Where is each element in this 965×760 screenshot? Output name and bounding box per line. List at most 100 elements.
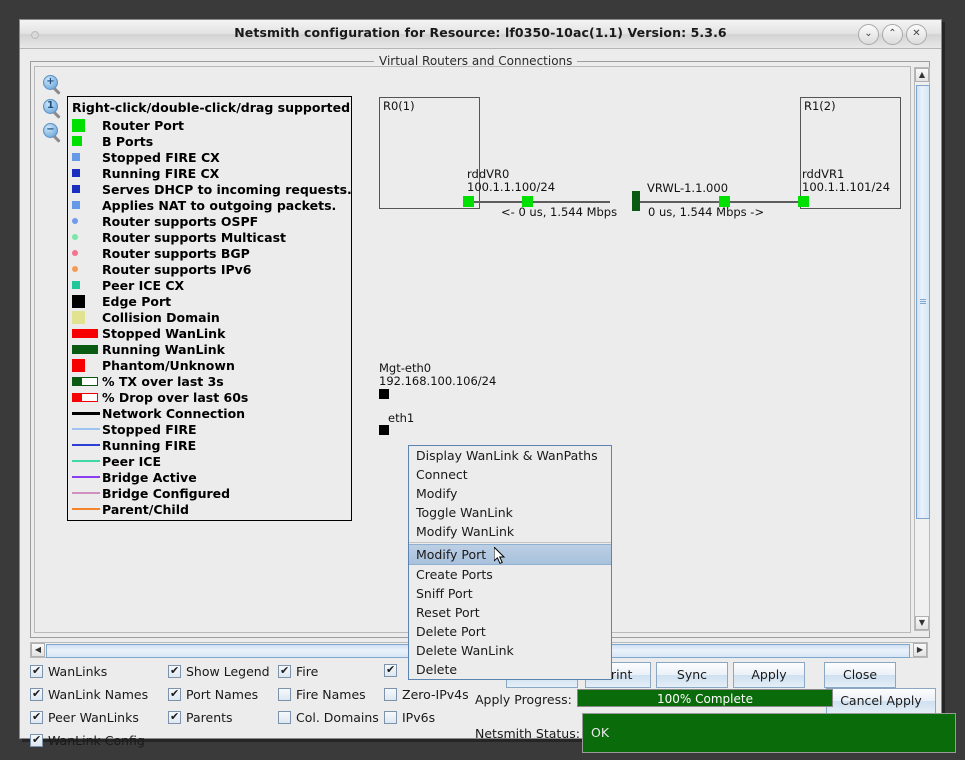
option-checkbox-label: WanLink Names	[48, 687, 149, 702]
legend-item: Collision Domain	[68, 309, 351, 325]
legend-item-label: Stopped FIRE	[102, 421, 197, 437]
port-icon-eth1[interactable]	[379, 425, 389, 435]
legend-swatch-icon	[72, 476, 102, 478]
checkbox-icon[interactable]	[384, 688, 397, 701]
checkbox-icon[interactable]	[278, 664, 291, 678]
legend-item-label: Serves DHCP to incoming requests.	[102, 181, 352, 197]
legend-swatch-icon	[72, 444, 102, 446]
mgt-port-name: Mgt-eth0	[379, 361, 432, 375]
legend-swatch-icon	[72, 358, 102, 372]
router-label-r1: R1(2)	[804, 99, 836, 113]
legend-item-label: Router supports BGP	[102, 245, 250, 261]
port-icon-rddvr0[interactable]	[463, 196, 474, 207]
checkbox-icon[interactable]	[168, 664, 181, 678]
legend-swatch-icon	[72, 376, 102, 386]
option-checkbox-row[interactable]: Parents	[168, 710, 233, 725]
apply-button[interactable]: Apply	[733, 662, 805, 688]
legend-item: Running FIRE	[68, 437, 351, 453]
option-checkbox-row[interactable]	[384, 663, 402, 677]
context-menu-item[interactable]: Reset Port	[409, 603, 611, 622]
scroll-up-button[interactable]: ▲	[915, 68, 929, 82]
context-menu-item[interactable]: Delete Port	[409, 622, 611, 641]
window-titlebar[interactable]: Netsmith configuration for Resource: lf0…	[20, 20, 941, 49]
legend-swatch-icon	[72, 492, 102, 494]
checkbox-icon[interactable]	[30, 687, 43, 701]
legend-item-label: Router supports OSPF	[102, 213, 259, 229]
legend-header: Right-click/double-click/drag supported	[72, 100, 351, 115]
router-label-r0: R0(1)	[383, 99, 415, 113]
scroll-down-button[interactable]: ▼	[915, 616, 929, 630]
legend-item: B Ports	[68, 133, 351, 149]
option-checkbox-row[interactable]: WanLink Config	[30, 733, 145, 748]
checkbox-icon[interactable]	[168, 710, 181, 724]
context-menu-item[interactable]: Connect	[409, 465, 611, 484]
option-checkbox-row[interactable]: IPv6s	[384, 710, 435, 725]
context-menu-item[interactable]: Modify	[409, 484, 611, 503]
chevron-down-icon[interactable]: ⌄	[858, 24, 879, 45]
option-checkbox-row[interactable]: Show Legend	[168, 664, 270, 679]
context-menu-item[interactable]: Delete	[409, 660, 611, 679]
legend-swatch-icon	[72, 508, 102, 510]
connection-wire-left[interactable]	[472, 201, 610, 203]
option-checkbox-row[interactable]: Zero-IPv4s	[384, 687, 469, 702]
option-checkbox-row[interactable]: Fire Names	[278, 687, 366, 702]
context-menu-item[interactable]: Modify Port	[409, 544, 611, 565]
context-menu-item[interactable]: Sniff Port	[409, 584, 611, 603]
scroll-left-button[interactable]: ◀	[31, 643, 45, 657]
sync-button[interactable]: Sync	[656, 662, 728, 688]
context-menu-item[interactable]: Create Ports	[409, 565, 611, 584]
checkbox-icon[interactable]	[30, 710, 43, 724]
close-button[interactable]: Close	[824, 662, 896, 688]
context-menu-item[interactable]: Modify WanLink	[409, 522, 611, 541]
checkbox-icon[interactable]	[384, 711, 397, 724]
cancel-apply-button[interactable]: Cancel Apply	[826, 688, 936, 714]
zoom-out-icon[interactable]: −	[43, 123, 63, 143]
option-checkbox-row[interactable]: WanLink Names	[30, 687, 148, 702]
apply-progress-label: Apply Progress:	[475, 692, 572, 707]
legend-item-label: Router Port	[102, 117, 184, 133]
menu-separator	[409, 542, 611, 543]
option-checkbox-row[interactable]: Col. Domains	[278, 710, 379, 725]
wanlink-node-icon[interactable]	[632, 191, 640, 211]
checkbox-icon[interactable]	[278, 711, 291, 724]
legend-item-label: Network Connection	[102, 405, 246, 421]
netsmith-status-label: Netsmith Status:	[475, 726, 580, 741]
option-checkbox-label: Port Names	[186, 687, 259, 702]
legend-item-label: Peer ICE CX	[102, 277, 185, 293]
option-checkbox-row[interactable]: Peer WanLinks	[30, 710, 139, 725]
legend-swatch-icon	[72, 185, 102, 193]
checkbox-icon[interactable]	[168, 687, 181, 701]
checkbox-icon[interactable]	[278, 688, 291, 701]
option-checkbox-row[interactable]: Fire	[278, 664, 318, 679]
vertical-scroll-thumb[interactable]	[916, 85, 930, 519]
context-menu[interactable]: Display WanLink & WanPaths Connect Modify T…	[408, 445, 612, 680]
legend-item-label: Collision Domain	[102, 309, 220, 325]
option-checkbox-row[interactable]: Port Names	[168, 687, 258, 702]
legend-item-label: B Ports	[102, 133, 154, 149]
option-checkbox-row[interactable]: WanLinks	[30, 664, 107, 679]
context-menu-item[interactable]: Display WanLink & WanPaths	[409, 446, 611, 465]
port-ip-rddvr0: 100.1.1.100/24	[467, 180, 556, 194]
port-icon-rddvr1[interactable]	[798, 196, 809, 207]
canvas-vertical-scrollbar[interactable]: ▲ ▼	[914, 67, 930, 631]
chevron-up-icon[interactable]: ⌃	[882, 24, 903, 45]
legend-swatch-icon	[72, 201, 102, 209]
apply-progress-text: 100% Complete	[657, 692, 753, 706]
close-icon[interactable]: ✕	[906, 24, 927, 45]
port-name-rddvr0: rddVR0	[467, 167, 510, 181]
legend-swatch-icon	[72, 169, 102, 177]
zoom-in-icon[interactable]: +	[43, 75, 63, 95]
legend-item-label: Stopped FIRE CX	[102, 149, 220, 165]
checkbox-icon[interactable]	[30, 664, 43, 678]
context-menu-item[interactable]: Delete WanLink	[409, 641, 611, 660]
checkbox-icon[interactable]	[384, 663, 397, 677]
port-icon-mgt-eth0[interactable]	[379, 389, 389, 399]
router-node-r0[interactable]: R0(1)	[379, 97, 480, 209]
scroll-right-button[interactable]: ▶	[913, 643, 927, 657]
option-checkbox-label: WanLink Config	[48, 733, 145, 748]
context-menu-item[interactable]: Toggle WanLink	[409, 503, 611, 522]
legend-item-label: Running FIRE	[102, 437, 197, 453]
zoom-reset-icon[interactable]: 1	[43, 99, 63, 119]
zoom-out-label: −	[46, 124, 55, 135]
checkbox-icon[interactable]	[30, 733, 43, 747]
